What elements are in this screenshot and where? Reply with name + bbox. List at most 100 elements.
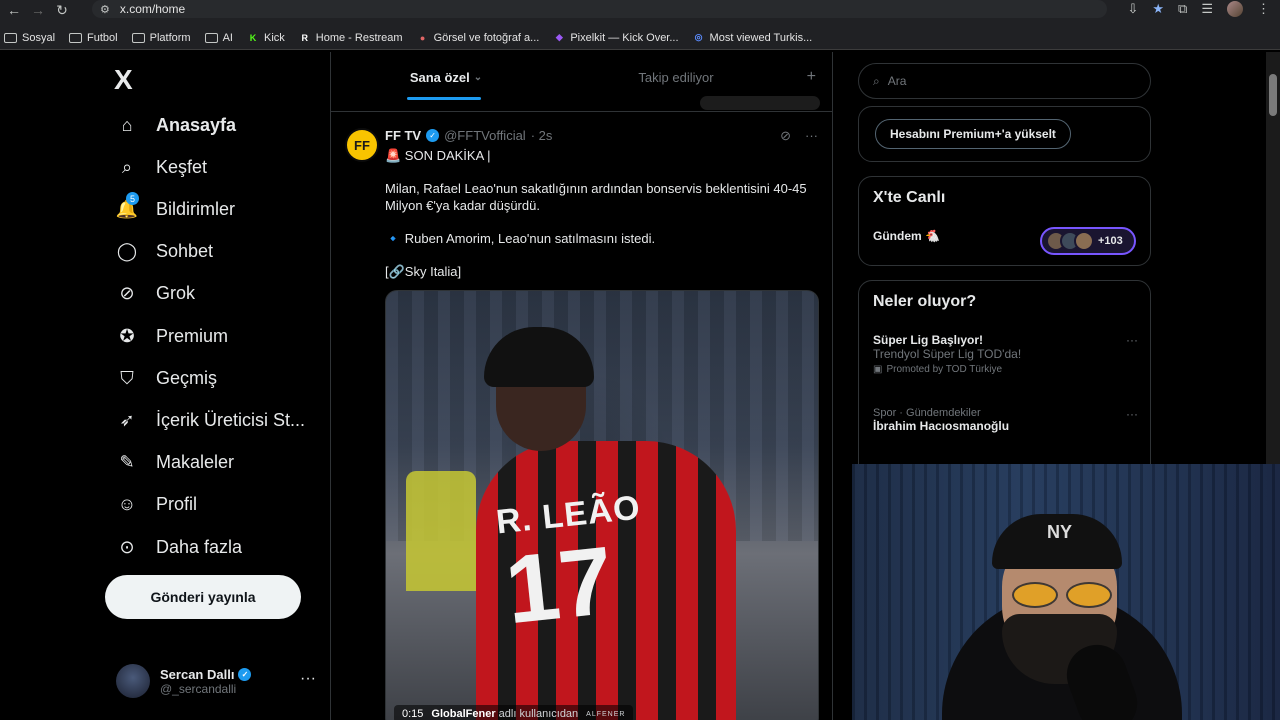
timeline: Sana özel ⌄ Takip ediliyor + FF FF TV ✓ … (330, 52, 833, 720)
search-icon: ⌕ (121, 156, 133, 177)
article-icon: ✎ (119, 452, 135, 473)
composer-post-pill[interactable] (700, 96, 820, 110)
sidebar-item-label: Anasayfa (156, 114, 237, 135)
credit-user[interactable]: GlobalFener (431, 708, 495, 720)
sidebar-item-search[interactable]: ⌕ Keşfet (116, 156, 207, 178)
sidebar-item-label: Bildirimler (156, 198, 236, 219)
tab-following[interactable]: Takip ediliyor (561, 52, 791, 102)
premium-icon: ✪ (119, 325, 135, 346)
back-icon[interactable]: ← (4, 0, 24, 20)
sidebar-item-label: Daha fazla (156, 536, 243, 557)
add-tab-icon[interactable]: + (807, 68, 816, 86)
x-logo[interactable]: X (114, 64, 133, 96)
folder-icon (69, 32, 83, 43)
sidebar-item-more-circle[interactable]: ⊙ Daha fazla (116, 536, 242, 558)
reload-icon[interactable]: ↻ (52, 0, 72, 20)
bookmark-item[interactable]: AI (204, 31, 233, 44)
sidebar-item-chat[interactable]: ◯ Sohbet (116, 241, 213, 263)
bookmark-item[interactable]: ● Görsel ve fotoğraf a... (417, 32, 540, 44)
live-title: X'te Canlı (873, 189, 946, 206)
home-icon: ⌂ (121, 114, 133, 135)
sidebar-item-label: Geçmiş (156, 367, 218, 388)
bookmark-star-icon[interactable]: ★ (1152, 1, 1164, 17)
avatar[interactable]: FF (345, 128, 379, 162)
profile-name: Sercan Dallı (160, 666, 235, 682)
trend-meta: Spor · Gündemdekiler (873, 407, 981, 419)
bookmark-item[interactable]: R Home - Restream (299, 32, 403, 44)
bookmark-label: AI (222, 31, 233, 44)
site-favicon-icon: ◎ (694, 32, 703, 42)
sidebar-item-label: Makaleler (156, 452, 235, 473)
rocket-icon: ➶ (119, 409, 135, 430)
account-switcher[interactable]: Sercan Dallı ✓ @_sercandalli ··· (116, 664, 316, 698)
sidebar-item-bell[interactable]: 🔔 5 Bildirimler (116, 192, 236, 220)
video-credit: GlobalFener adlı kullanıcıdan (431, 708, 578, 720)
bookmark-item[interactable]: ◎ Most viewed Turkis... (693, 32, 813, 44)
site-info-icon[interactable]: ⚙ (100, 3, 110, 16)
sidebar: X ⌂ Anasayfa ⌕ Keşfet 🔔 5 Bildirimler ◯ Sohbet ⊘ G… (0, 52, 330, 720)
live-count: +103 (1098, 235, 1123, 247)
bookmark-item[interactable]: ◆ Pixelkit — Kick Over... (553, 31, 679, 44)
bookmark-label: Görsel ve fotoğraf a... (433, 31, 540, 44)
tweet-author[interactable]: FF TV (385, 128, 421, 143)
media-control-icon[interactable]: ☰ (1201, 1, 1213, 17)
site-favicon-icon: R (301, 32, 309, 43)
post-button[interactable]: Gönderi yayınla (105, 575, 301, 619)
grok-icon[interactable]: ⊘ (780, 128, 791, 144)
bookmark-label: Sosyal (22, 31, 56, 44)
more-icon[interactable]: ··· (300, 670, 316, 688)
browser-profile-avatar[interactable] (1227, 1, 1243, 17)
search-input[interactable]: ⌕ Ara (858, 63, 1151, 99)
sidebar-item-bookmark[interactable]: ⛉ Geçmiş (116, 367, 217, 389)
composer-strip (331, 96, 832, 112)
tab-label: Sana özel (409, 69, 470, 85)
browser-menu-icon[interactable]: ⋮ (1257, 1, 1270, 17)
sidebar-item-label: Sohbet (156, 241, 214, 262)
tab-for-you[interactable]: Sana özel ⌄ (331, 52, 561, 102)
forward-icon[interactable]: → (28, 0, 48, 20)
sidebar-item-rocket[interactable]: ➶ İçerik Üreticisi St... (116, 409, 305, 431)
live-label[interactable]: Gündem 🐔 (873, 229, 940, 243)
promoted-icon: ▣ (873, 364, 883, 375)
chevron-down-icon: ⌄ (473, 71, 483, 83)
more-icon[interactable]: ··· (805, 128, 818, 144)
install-icon[interactable]: ⇩ (1127, 1, 1138, 17)
trend-item[interactable]: Spor · Gündemdekiler İbrahim Hacıosmanoğ… (873, 407, 1138, 433)
tweet-video[interactable]: R. LEÃO 17 0:15 GlobalFener adlı kullanı… (385, 290, 819, 720)
live-participants-pill[interactable]: +103 (1040, 227, 1136, 255)
more-icon[interactable]: ··· (1126, 407, 1138, 421)
avatar (1074, 231, 1094, 251)
extensions-icon[interactable]: ⧉ (1178, 1, 1187, 17)
video-info-bar: 0:15 GlobalFener adlı kullanıcıdan ALFEN… (394, 705, 634, 720)
premium-upgrade-button[interactable]: Hesabını Premium+'a yükselt (875, 119, 1071, 149)
bookmark-item[interactable]: K Kick (247, 32, 285, 44)
bookmark-item[interactable]: Futbol (69, 32, 118, 44)
tweet-text: 🚨 SON DAKİKA | Milan, Rafael Leao'nun sa… (385, 147, 825, 296)
sidebar-item-grok[interactable]: ⊘ Grok (116, 283, 195, 305)
folder-icon (4, 32, 17, 43)
site-favicon-icon: ● (419, 32, 426, 43)
webcam-overlay: NY (852, 464, 1280, 720)
bookmark-label: Pixelkit — Kick Over... (570, 31, 679, 44)
bookmark-label: Futbol (87, 31, 118, 44)
bookmark-item[interactable]: Sosyal (4, 32, 55, 44)
verified-icon: ✓ (238, 667, 252, 681)
sidebar-item-home[interactable]: ⌂ Anasayfa (116, 114, 236, 136)
more-icon[interactable]: ··· (1126, 333, 1138, 347)
bookmark-item[interactable]: Platform (131, 32, 191, 44)
search-placeholder: Ara (887, 74, 907, 88)
cap-logo: NY (1047, 522, 1073, 542)
tweet-time[interactable]: · 2s (531, 128, 553, 143)
video-watermark: ALFENER (586, 710, 626, 718)
tweet-line: [🔗Sky Italia] (385, 264, 462, 279)
address-bar[interactable]: ⚙ x.com/home (92, 0, 1107, 18)
tweet-handle[interactable]: @FFTVofficial (444, 128, 526, 143)
tab-label: Takip ediliyor (638, 69, 714, 85)
profile-handle: @_sercandalli (160, 681, 237, 696)
video-duration: 0:15 (402, 708, 424, 720)
sidebar-item-article[interactable]: ✎ Makaleler (116, 452, 234, 474)
trend-item[interactable]: Süper Lig Başlıyor! Trendyol Süper Lig T… (873, 333, 1138, 375)
scrollbar-thumb[interactable] (1269, 74, 1277, 116)
sidebar-item-premium[interactable]: ✪ Premium (116, 325, 228, 347)
sidebar-item-person[interactable]: ☺ Profil (116, 494, 197, 516)
